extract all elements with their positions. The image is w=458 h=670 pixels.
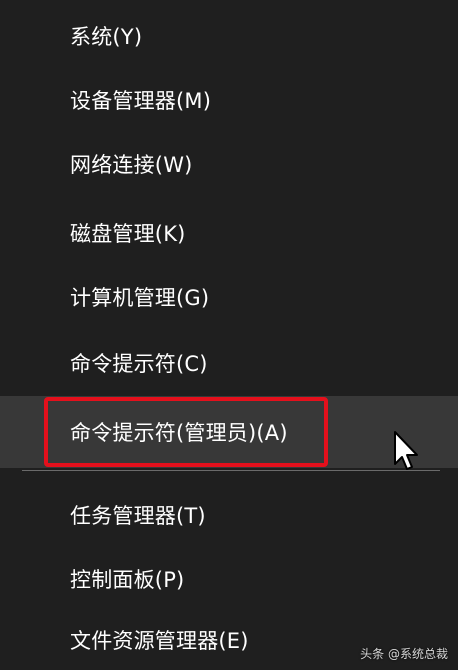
menu-item-system[interactable]: 系统(Y) [0, 4, 458, 68]
menu-divider [22, 470, 440, 471]
menu-item-task-manager[interactable]: 任务管理器(T) [0, 483, 458, 547]
menu-item-label: 计算机管理(G) [70, 286, 210, 310]
menu-item-computer-management[interactable]: 计算机管理(G) [0, 265, 458, 329]
menu-item-label: 设备管理器(M) [70, 89, 212, 113]
menu-item-network-connections[interactable]: 网络连接(W) [0, 132, 458, 196]
menu-item-label: 控制面板(P) [70, 568, 185, 592]
menu-item-command-prompt[interactable]: 命令提示符(C) [0, 331, 458, 395]
menu-item-control-panel[interactable]: 控制面板(P) [0, 547, 458, 611]
menu-item-label: 命令提示符(C) [70, 352, 208, 376]
menu-item-label: 文件资源管理器(E) [70, 629, 249, 653]
menu-item-label: 任务管理器(T) [70, 504, 206, 528]
context-menu: 系统(Y) 设备管理器(M) 网络连接(W) 磁盘管理(K) 计算机管理(G) … [0, 0, 458, 670]
menu-item-disk-management[interactable]: 磁盘管理(K) [0, 201, 458, 265]
menu-item-device-manager[interactable]: 设备管理器(M) [0, 68, 458, 132]
arrow-cursor-icon [394, 431, 418, 470]
watermark: 头条 @系统总裁 [360, 647, 448, 661]
menu-item-label: 网络连接(W) [70, 153, 193, 177]
menu-item-label: 系统(Y) [70, 25, 143, 49]
highlight-frame [44, 397, 328, 467]
menu-item-label: 磁盘管理(K) [70, 222, 186, 246]
